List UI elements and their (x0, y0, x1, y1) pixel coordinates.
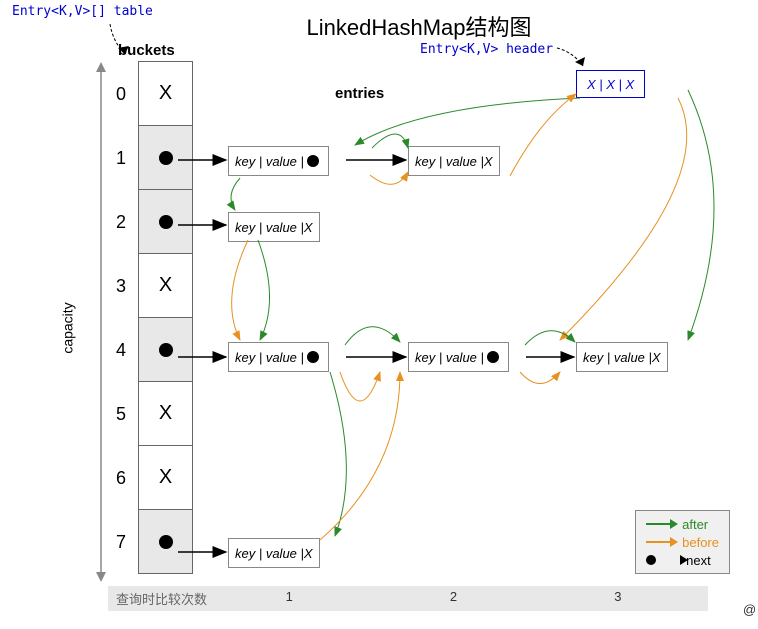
entry-text: key | value | (415, 350, 484, 365)
dot-icon (646, 555, 656, 565)
entry-box: key | value | (408, 342, 509, 372)
bucket-cell (138, 317, 193, 382)
arrow-orange-icon (646, 541, 676, 543)
bucket-index: 5 (108, 404, 138, 425)
arrow-green-icon (646, 523, 676, 525)
entry-x: X (304, 546, 313, 561)
bucket-cell (138, 189, 193, 254)
dot-icon (159, 215, 173, 229)
bucket-row: 0X (108, 62, 193, 126)
entries-label: entries (335, 85, 384, 102)
legend: after before next (635, 510, 730, 574)
bucket-index: 1 (108, 148, 138, 169)
entry-text: key | value | (415, 154, 484, 169)
legend-next-label: next (686, 553, 711, 568)
legend-before-label: before (682, 535, 719, 550)
bucket-index: 7 (108, 532, 138, 553)
bucket-index: 4 (108, 340, 138, 361)
dot-icon (159, 343, 173, 357)
dot-icon (487, 351, 499, 363)
dot-icon (307, 155, 319, 167)
entry-text: key | value | (235, 220, 304, 235)
legend-next: next (646, 551, 719, 569)
bucket-row: 5X (108, 382, 193, 446)
entry-x: X (484, 154, 493, 169)
footer-n2: 2 (371, 589, 535, 608)
footer-bar: 查询时比较次数 1 2 3 (108, 586, 708, 611)
footer-n3: 3 (536, 589, 700, 608)
bucket-index: 2 (108, 212, 138, 233)
bucket-row: 2 (108, 190, 193, 254)
capacity-arrow-icon (94, 62, 104, 582)
bucket-cell (138, 125, 193, 190)
bucket-cell: X (138, 445, 193, 510)
entry-text: key | value | (235, 350, 304, 365)
bucket-row: 6X (108, 446, 193, 510)
bucket-index: 6 (108, 468, 138, 489)
footer-n1: 1 (207, 589, 371, 608)
bucket-cell: X (138, 61, 193, 126)
entry-box: key | value | X (576, 342, 668, 372)
capacity-label: capacity (60, 302, 76, 353)
bucket-index: 3 (108, 276, 138, 297)
diagram-title: LinkedHashMap结构图 (90, 10, 748, 42)
dot-icon (159, 151, 173, 165)
dot-icon (307, 351, 319, 363)
bucket-cell (138, 509, 193, 574)
bucket-table: 0X123X45X6X7 (108, 62, 193, 574)
bucket-row: 7 (108, 510, 193, 574)
entry-x: X (304, 220, 313, 235)
bucket-row: 3X (108, 254, 193, 318)
entry-box: key | value | (228, 146, 329, 176)
header-label: Entry<K,V> header (420, 42, 553, 57)
footer-label: 查询时比较次数 (116, 589, 207, 608)
bucket-cell: X (138, 381, 193, 446)
entry-box: key | value | X (228, 212, 320, 242)
entry-box: key | value | X (408, 146, 500, 176)
bucket-row: 1 (108, 126, 193, 190)
bucket-cell: X (138, 253, 193, 318)
header-entry: X | X | X (576, 70, 645, 98)
legend-before: before (646, 533, 719, 551)
dot-icon (159, 535, 173, 549)
at-symbol: @ (743, 602, 756, 617)
buckets-label: buckets (118, 42, 175, 59)
entry-text: key | value | (583, 350, 652, 365)
entry-box: key | value | (228, 342, 329, 372)
entry-text: key | value | (235, 546, 304, 561)
table-label: Entry<K,V>[] table (12, 4, 153, 19)
bucket-row: 4 (108, 318, 193, 382)
entry-text: key | value | (235, 154, 304, 169)
header-entry-text: X | X | X (587, 77, 634, 92)
legend-after: after (646, 515, 719, 533)
entry-x: X (652, 350, 661, 365)
legend-after-label: after (682, 517, 708, 532)
entry-box: key | value | X (228, 538, 320, 568)
bucket-index: 0 (108, 84, 138, 105)
